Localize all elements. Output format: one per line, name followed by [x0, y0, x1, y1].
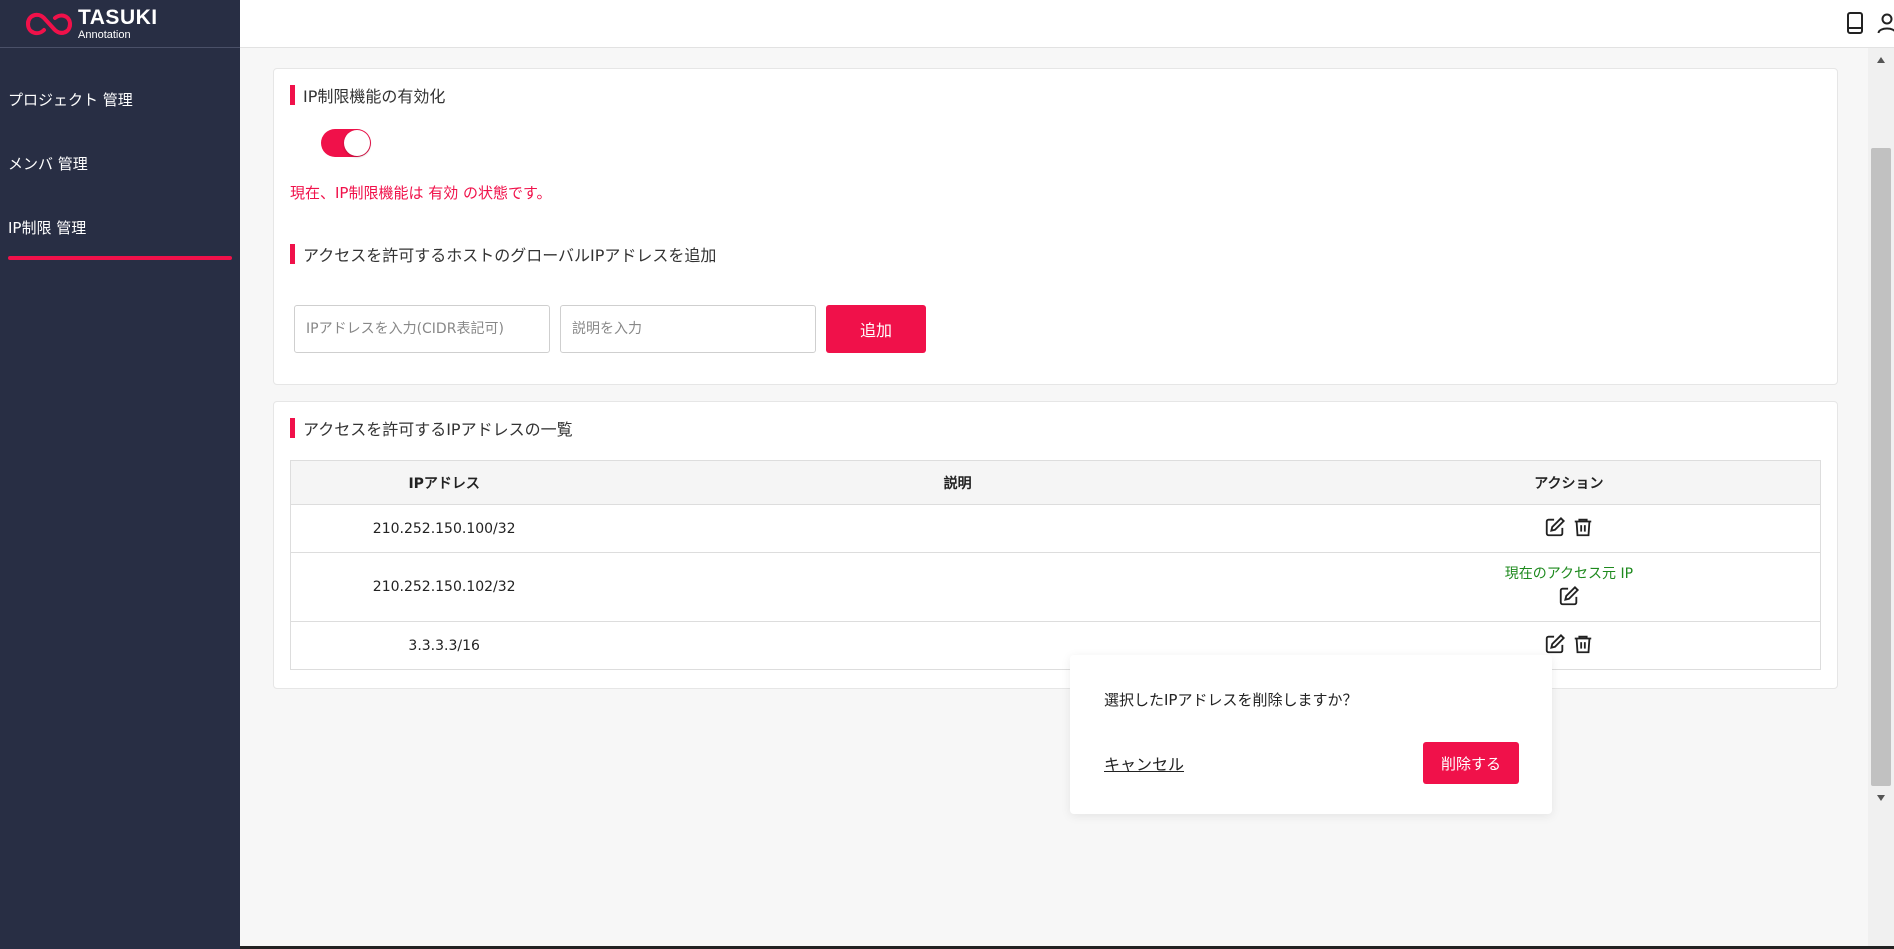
scroll-down-arrow-icon[interactable]: [1868, 788, 1894, 808]
edit-icon[interactable]: [1544, 516, 1566, 538]
table-row: 210.252.150.100/32: [290, 504, 1821, 553]
scroll-up-arrow-icon[interactable]: [1868, 50, 1894, 70]
current-ip-label: 現在のアクセス元 IP: [1504, 566, 1634, 582]
trash-icon[interactable]: [1572, 633, 1594, 655]
ip-restriction-toggle[interactable]: [321, 129, 371, 157]
sidebar-nav: プロジェクト 管理 メンバ 管理 IP制限 管理: [0, 68, 240, 260]
ip-cell: 210.252.150.102/32: [290, 552, 598, 622]
action-cell: [1317, 504, 1821, 553]
description-cell: [597, 504, 1318, 553]
table-row: 3.3.3.3/16: [291, 622, 1821, 670]
delete-confirm-popover: 選択したIPアドレスを削除しますか？ キャンセル 削除する: [1070, 655, 1552, 814]
toggle-knob: [344, 130, 370, 156]
column-header-description: 説明: [597, 460, 1318, 505]
cancel-link[interactable]: キャンセル: [1104, 751, 1184, 775]
column-header-ip: IPアドレス: [290, 460, 598, 505]
add-button[interactable]: 追加: [826, 305, 926, 353]
description-input[interactable]: [560, 305, 816, 353]
description-cell: [597, 552, 1318, 622]
ip-cell: 3.3.3.3/16: [408, 637, 480, 654]
sidebar-item-ip-restriction[interactable]: IP制限 管理: [0, 196, 240, 260]
trash-icon[interactable]: [1572, 516, 1594, 538]
book-icon[interactable]: [1840, 8, 1870, 38]
table-row: 210.252.150.102/32 現在のアクセス元 IP: [290, 552, 1821, 622]
ip-list-table: IPアドレス 説明 アクション 210.252.150.100/32 210.2…: [290, 460, 1821, 670]
ip-address-input[interactable]: [294, 305, 550, 353]
logo-title: TASUKI: [78, 5, 158, 29]
vertical-scrollbar[interactable]: [1868, 48, 1894, 949]
logo-subtitle: Annotation: [78, 28, 131, 41]
ip-cell: 210.252.150.100/32: [290, 504, 598, 553]
delete-confirm-message: 選択したIPアドレスを削除しますか？: [1104, 691, 1358, 709]
top-header: [240, 0, 1894, 48]
table-header-row: IPアドレス 説明 アクション: [290, 460, 1821, 505]
action-cell: 現在のアクセス元 IP: [1317, 552, 1821, 622]
sidebar-item-project[interactable]: プロジェクト 管理: [0, 68, 240, 132]
main-content: IP制限機能の有効化 現在、IP制限機能は 有効 の状態です。 アクセスを許可す…: [240, 48, 1868, 949]
edit-icon[interactable]: [1544, 633, 1566, 655]
sidebar-item-member[interactable]: メンバ 管理: [0, 132, 240, 196]
ip-list-card: アクセスを許可するIPアドレスの一覧 IPアドレス 説明 アクション 210.2…: [273, 401, 1838, 689]
app-logo[interactable]: TASUKI Annotation: [0, 0, 240, 48]
delete-button[interactable]: 削除する: [1423, 742, 1519, 784]
scrollbar-thumb[interactable]: [1871, 148, 1891, 786]
edit-icon[interactable]: [1558, 585, 1580, 607]
ip-settings-card: IP制限機能の有効化 現在、IP制限機能は 有効 の状態です。 アクセスを許可す…: [273, 68, 1838, 385]
sidebar: TASUKI Annotation プロジェクト 管理 メンバ 管理 IP制限 …: [0, 0, 240, 949]
user-icon[interactable]: [1872, 8, 1894, 38]
ip-list-title: アクセスを許可するIPアドレスの一覧: [290, 416, 573, 440]
column-header-action: アクション: [1317, 460, 1821, 505]
tasuki-logo-icon: [25, 12, 73, 35]
ip-restriction-title: IP制限機能の有効化: [290, 83, 445, 107]
add-ip-title: アクセスを許可するホストのグローバルIPアドレスを追加: [290, 242, 716, 266]
ip-restriction-status: 現在、IP制限機能は 有効 の状態です。: [290, 184, 552, 202]
